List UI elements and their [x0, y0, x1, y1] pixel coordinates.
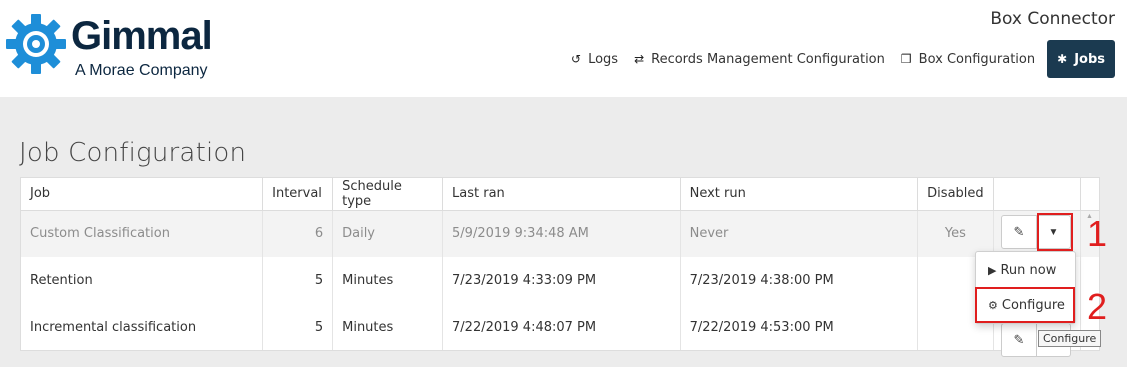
edit-icon: ✎	[1013, 224, 1025, 239]
gear-icon: ✱	[1057, 52, 1068, 66]
edit-icon: ✎	[1013, 332, 1025, 347]
configure-tooltip: Configure	[1038, 330, 1102, 347]
col-header-job[interactable]: Job	[21, 178, 264, 211]
exchange-icon: ⇄	[634, 52, 645, 66]
nav-jobs[interactable]: ✱ Jobs	[1047, 40, 1115, 78]
col-header-actions	[993, 178, 1082, 211]
menu-item-run-now-label: Run now	[1000, 262, 1057, 278]
cell-job: Incremental classification	[21, 304, 264, 350]
gear-logo-icon	[6, 14, 66, 74]
cell-schedule: Daily	[332, 210, 444, 257]
col-header-schedule-type[interactable]: Schedule type	[332, 178, 444, 211]
cell-disabled: Yes	[917, 210, 994, 257]
col-header-next-run[interactable]: Next run	[680, 178, 919, 211]
cell-schedule: Minutes	[332, 257, 444, 304]
cell-next-run: 7/23/2019 4:38:00 PM	[680, 257, 919, 304]
table-row[interactable]: Incremental classification 5 Minutes 7/2…	[21, 304, 1099, 350]
cell-interval: 6	[262, 210, 334, 257]
jobs-table: Job Interval Schedule type Last ran Next…	[20, 177, 1100, 351]
cell-interval: 5	[262, 257, 334, 304]
cell-last-ran: 7/22/2019 4:48:07 PM	[442, 304, 681, 350]
col-header-scroll	[1080, 178, 1099, 211]
brand-tagline: A Morae Company	[75, 62, 208, 79]
cell-next-run: Never	[680, 210, 919, 257]
edit-button[interactable]: ✎	[1001, 323, 1037, 357]
table-header-row: Job Interval Schedule type Last ran Next…	[21, 178, 1099, 211]
table-row[interactable]: Custom Classification 6 Daily 5/9/2019 9…	[21, 210, 1099, 257]
play-icon: ▶	[988, 263, 997, 277]
nav-logs-label: Logs	[588, 51, 619, 67]
cell-schedule: Minutes	[332, 304, 444, 350]
cell-interval: 5	[262, 304, 334, 350]
nav-records-label: Records Management Configuration	[651, 51, 885, 67]
col-header-last-ran[interactable]: Last ran	[442, 178, 681, 211]
brand-name: Gimmal	[71, 14, 213, 58]
cell-job: Custom Classification	[21, 210, 264, 257]
edit-button[interactable]: ✎	[1001, 215, 1037, 249]
menu-item-run-now[interactable]: ▶ Run now	[976, 255, 1075, 285]
page-title: Job Configuration	[19, 138, 247, 168]
cell-job: Retention	[21, 257, 264, 304]
nav-box-configuration[interactable]: ❒ Box Configuration	[893, 40, 1043, 78]
col-header-disabled[interactable]: Disabled	[917, 178, 994, 211]
main-nav: ↺ Logs ⇄ Records Management Configuratio…	[563, 40, 1115, 78]
nav-jobs-label: Jobs	[1074, 51, 1105, 67]
annotation-box-step-2	[975, 287, 1075, 323]
annotation-number-1: 1	[1087, 213, 1108, 254]
col-header-interval[interactable]: Interval	[262, 178, 334, 211]
app-title: Box Connector	[990, 9, 1115, 29]
gimmal-logo[interactable]: Gimmal A Morae Company	[5, 10, 235, 82]
annotation-number-2: 2	[1087, 286, 1108, 327]
nav-box-label: Box Configuration	[918, 51, 1036, 67]
cell-last-ran: 7/23/2019 4:33:09 PM	[442, 257, 681, 304]
cube-icon: ❒	[900, 52, 912, 66]
nav-logs[interactable]: ↺ Logs	[563, 40, 626, 78]
history-icon: ↺	[571, 52, 582, 66]
annotation-box-step-1	[1037, 213, 1073, 251]
cell-next-run: 7/22/2019 4:53:00 PM	[680, 304, 919, 350]
nav-records-management-configuration[interactable]: ⇄ Records Management Configuration	[626, 40, 893, 78]
app-header: Gimmal A Morae Company Box Connector ↺ L…	[0, 0, 1127, 97]
cell-last-ran: 5/9/2019 9:34:48 AM	[442, 210, 681, 257]
table-row[interactable]: Retention 5 Minutes 7/23/2019 4:33:09 PM…	[21, 257, 1099, 304]
